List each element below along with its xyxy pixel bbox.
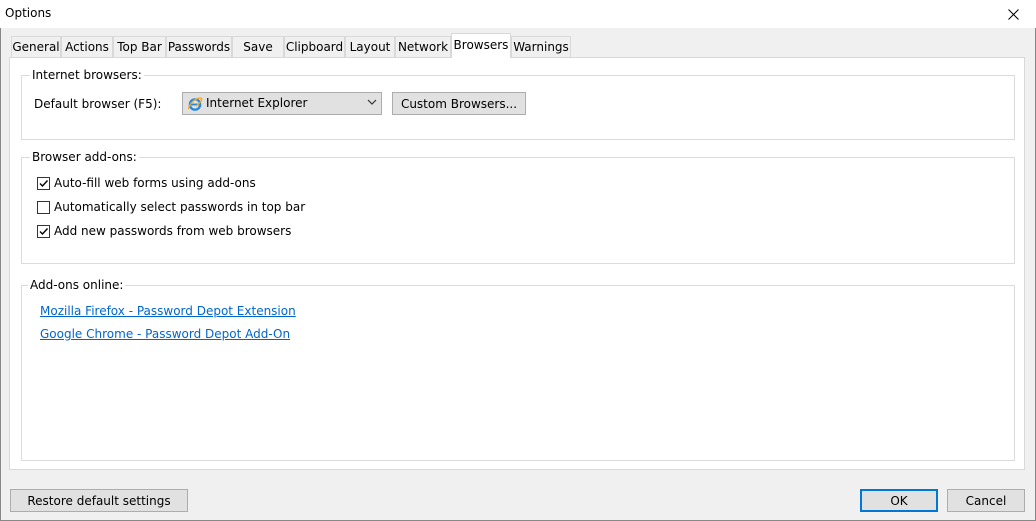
tab-label: Top Bar bbox=[117, 40, 162, 54]
auto-select-passwords-checkbox[interactable]: Automatically select passwords in top ba… bbox=[37, 199, 305, 215]
title-bar: Options bbox=[0, 0, 1036, 28]
custom-browsers-label: Custom Browsers... bbox=[400, 96, 518, 111]
tab-general[interactable]: General bbox=[11, 36, 61, 58]
checkmark-icon bbox=[39, 179, 49, 187]
checkbox-label: Auto-fill web forms using add-ons bbox=[54, 176, 256, 190]
browsers-tab-panel: Internet browsers: Default browser (F5):… bbox=[9, 57, 1025, 470]
tab-warnings[interactable]: Warnings bbox=[511, 36, 571, 58]
checkbox-box[interactable] bbox=[37, 224, 50, 238]
default-browser-select[interactable]: Internet Explorer bbox=[182, 92, 382, 115]
internet-browsers-group: Internet browsers: Default browser (F5):… bbox=[21, 68, 1015, 140]
tab-label: Warnings bbox=[513, 40, 569, 54]
checkbox-label: Add new passwords from web browsers bbox=[54, 224, 292, 238]
chevron-down-icon bbox=[367, 99, 377, 105]
close-icon bbox=[1007, 8, 1019, 20]
tab-label: Clipboard bbox=[285, 40, 344, 54]
ok-label: OK bbox=[890, 493, 908, 508]
checkmark-icon bbox=[39, 227, 49, 235]
tab-label: Save bbox=[243, 40, 273, 54]
tab-label: Browsers bbox=[453, 38, 509, 52]
tab-network[interactable]: Network bbox=[395, 36, 451, 58]
default-browser-label: Default browser (F5): bbox=[34, 97, 162, 111]
tab-clipboard[interactable]: Clipboard bbox=[284, 36, 345, 58]
tab-actions[interactable]: Actions bbox=[61, 36, 113, 58]
tab-passwords[interactable]: Passwords bbox=[166, 36, 232, 58]
close-button[interactable] bbox=[990, 0, 1036, 28]
tab-save[interactable]: Save bbox=[232, 36, 284, 58]
custom-browsers-button[interactable]: Custom Browsers... bbox=[392, 92, 526, 115]
tab-layout[interactable]: Layout bbox=[345, 36, 395, 58]
chrome-addon-link[interactable]: Google Chrome - Password Depot Add-On bbox=[40, 327, 290, 341]
tab-top-bar[interactable]: Top Bar bbox=[113, 36, 166, 58]
internet-explorer-icon bbox=[187, 97, 203, 111]
tab-browsers[interactable]: Browsers bbox=[451, 33, 511, 58]
checkbox-box[interactable] bbox=[37, 176, 50, 190]
firefox-extension-link[interactable]: Mozilla Firefox - Password Depot Extensi… bbox=[40, 304, 296, 318]
addons-online-group: Add-ons online: Mozilla Firefox - Passwo… bbox=[21, 278, 1015, 461]
tab-label: Passwords bbox=[167, 40, 231, 54]
default-browser-value: Internet Explorer bbox=[206, 96, 308, 110]
checkbox-label: Automatically select passwords in top ba… bbox=[54, 200, 306, 214]
window-title: Options bbox=[5, 6, 52, 20]
checkbox-box[interactable] bbox=[37, 200, 50, 214]
tab-label: Network bbox=[397, 40, 449, 54]
cancel-button[interactable]: Cancel bbox=[947, 489, 1025, 512]
tab-label: General bbox=[12, 40, 60, 54]
add-new-passwords-checkbox[interactable]: Add new passwords from web browsers bbox=[37, 223, 291, 239]
browser-addons-group: Browser add-ons: Auto-fill web forms usi… bbox=[21, 150, 1015, 264]
tab-label: Layout bbox=[349, 40, 391, 54]
ok-button[interactable]: OK bbox=[860, 489, 938, 512]
addons-online-legend: Add-ons online: bbox=[28, 278, 126, 293]
restore-defaults-label: Restore default settings bbox=[27, 493, 171, 508]
tab-label: Actions bbox=[65, 40, 109, 54]
restore-defaults-button[interactable]: Restore default settings bbox=[10, 489, 188, 512]
autofill-forms-checkbox[interactable]: Auto-fill web forms using add-ons bbox=[37, 175, 256, 191]
browser-addons-legend: Browser add-ons: bbox=[30, 150, 139, 165]
cancel-label: Cancel bbox=[965, 493, 1007, 508]
internet-browsers-legend: Internet browsers: bbox=[30, 68, 144, 83]
